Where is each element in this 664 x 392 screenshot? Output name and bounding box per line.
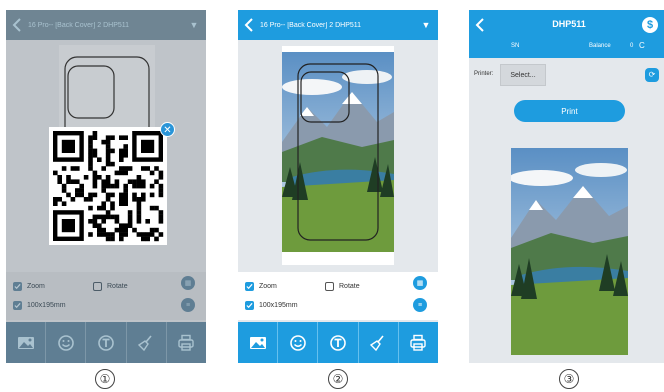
options-panel: Zoom Rotate 100x195mm ▦ ≡ [238, 272, 438, 320]
screen-qr-code: 16 Pro-- [Back Cover] 2 DHP511 ▼ ✕ Zoom … [6, 10, 206, 363]
settings-button[interactable]: ≡ [413, 298, 427, 312]
chevron-left-icon [12, 18, 21, 32]
balance-value: 0 [630, 43, 634, 49]
tool-image[interactable] [6, 322, 47, 363]
refresh-balance-icon[interactable]: C [639, 41, 645, 50]
rotate-option[interactable]: Rotate [325, 282, 360, 291]
check-icon [14, 283, 21, 290]
tool-emoji[interactable] [46, 322, 87, 363]
emoji-icon [289, 334, 306, 351]
rotate-checkbox[interactable] [93, 282, 102, 291]
brush-icon [370, 334, 384, 351]
brush-icon [138, 334, 152, 351]
step-number-2: ② [328, 369, 348, 389]
tool-text[interactable] [318, 322, 359, 363]
text-icon [330, 334, 346, 351]
zoom-checkbox[interactable] [245, 282, 254, 291]
toolbar [6, 322, 206, 363]
tool-clear[interactable] [359, 322, 399, 363]
step-number-1: ① [95, 369, 115, 389]
image-icon [17, 336, 34, 349]
zoom-label: Zoom [259, 283, 277, 290]
phone-case-outline [297, 63, 379, 241]
chevron-left-icon [244, 18, 253, 32]
rotate-checkbox[interactable] [325, 282, 334, 291]
screen-print: DHP511 $ SN Balance 0 C Printer: Select.… [469, 10, 664, 363]
toolbar [238, 322, 438, 363]
back-button[interactable] [238, 10, 260, 40]
zoom-checkbox[interactable] [13, 282, 22, 291]
sn-label: SN [511, 43, 520, 49]
settings-button[interactable]: ≡ [181, 298, 195, 312]
text-icon [98, 334, 114, 351]
image-icon [249, 336, 266, 349]
close-qr-button[interactable]: ✕ [160, 122, 175, 137]
qr-toggle-button[interactable]: ▦ [413, 276, 427, 290]
header-bar: DHP511 $ SN Balance 0 C [469, 10, 664, 58]
tool-text[interactable] [86, 322, 127, 363]
size-option[interactable]: 100x195mm [13, 301, 66, 310]
dropdown-caret-icon[interactable]: ▼ [182, 20, 206, 30]
rotate-label: Rotate [339, 283, 360, 290]
check-icon [246, 302, 253, 309]
printer-icon [410, 334, 427, 351]
zoom-option[interactable]: Zoom [245, 282, 277, 291]
qr-code-card [49, 127, 167, 245]
tool-print[interactable] [167, 322, 206, 363]
dollar-icon[interactable]: $ [642, 17, 658, 33]
printer-label: Printer: [474, 71, 494, 77]
printer-icon [178, 334, 195, 351]
printer-select[interactable]: Select... [500, 64, 546, 86]
header-bar: 16 Pro-- [Back Cover] 2 DHP511 ▼ [6, 10, 206, 40]
size-label: 100x195mm [259, 302, 298, 309]
size-label: 100x195mm [27, 302, 66, 309]
tool-emoji[interactable] [278, 322, 319, 363]
rotate-option[interactable]: Rotate [93, 282, 128, 291]
tool-clear[interactable] [127, 322, 167, 363]
tool-print[interactable] [399, 322, 438, 363]
emoji-icon [57, 334, 74, 351]
size-option[interactable]: 100x195mm [245, 301, 298, 310]
device-title: DHP511 [552, 19, 586, 29]
balance-label: Balance [589, 43, 611, 49]
options-panel: Zoom Rotate 100x195mm ▦ ≡ [6, 272, 206, 320]
size-checkbox[interactable] [13, 301, 22, 310]
check-icon [14, 302, 21, 309]
size-checkbox[interactable] [245, 301, 254, 310]
model-title: 16 Pro-- [Back Cover] 2 DHP511 [260, 21, 362, 29]
rotate-label: Rotate [107, 283, 128, 290]
qr-toggle-button[interactable]: ▦ [181, 276, 195, 290]
header-bar: 16 Pro-- [Back Cover] 2 DHP511 ▼ [238, 10, 438, 40]
zoom-label: Zoom [27, 283, 45, 290]
print-button[interactable]: Print [514, 100, 625, 122]
print-preview-image [511, 148, 628, 355]
model-title: 16 Pro-- [Back Cover] 2 DHP511 [28, 21, 130, 29]
refresh-printer-icon[interactable]: ⟳ [645, 68, 659, 82]
check-icon [246, 283, 253, 290]
qr-code-image [53, 131, 164, 242]
screen-design: 16 Pro-- [Back Cover] 2 DHP511 ▼ Zoom Ro… [238, 10, 438, 363]
back-button[interactable] [6, 10, 28, 40]
zoom-option[interactable]: Zoom [13, 282, 45, 291]
step-number-3: ③ [559, 369, 579, 389]
dropdown-caret-icon[interactable]: ▼ [414, 20, 438, 30]
tool-image[interactable] [238, 322, 279, 363]
